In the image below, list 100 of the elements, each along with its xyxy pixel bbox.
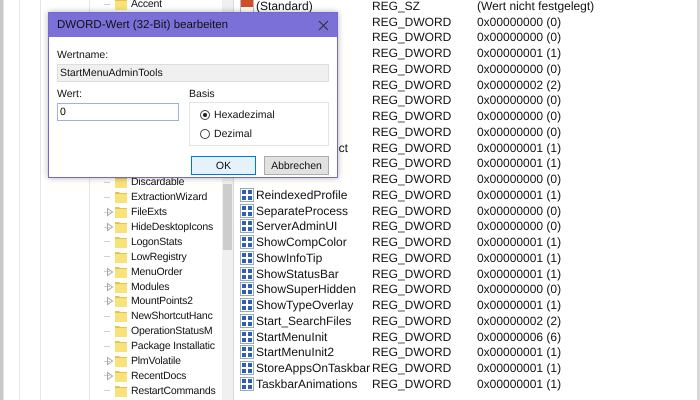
tree-item[interactable]: MountPoints2 — [130, 295, 193, 308]
value-data: 0x00000000 (0) — [477, 219, 562, 234]
value-type: REG_DWORD — [372, 30, 452, 44]
value-data: 0x00000000 (0) — [477, 172, 562, 186]
value-type: REG_DWORD — [372, 282, 452, 296]
value-type: REG_SZ — [372, 0, 422, 13]
tree-item[interactable]: RestartCommands — [130, 384, 216, 397]
folder-icon — [114, 339, 128, 354]
binary-value-icon — [240, 345, 254, 360]
folder-icon — [114, 324, 128, 338]
folder-icon — [114, 205, 128, 220]
value-type: REG_DWORD — [372, 219, 452, 234]
value-type: REG_DWORD — [372, 330, 452, 344]
ok-button[interactable]: OK — [191, 156, 256, 175]
tree-item[interactable]: RecentDocs — [130, 370, 186, 382]
value-type: REG_DWORD — [372, 298, 452, 312]
value-name[interactable]: StartMenuInit — [256, 330, 328, 344]
folder-icon — [114, 280, 128, 294]
tree-item[interactable]: LogonStats — [130, 236, 182, 248]
tree-item[interactable]: Modules — [130, 280, 170, 293]
folder-icon — [114, 175, 128, 190]
field-label: Wert: — [57, 88, 83, 100]
value-data: 0x00000001 (1) — [477, 266, 562, 281]
value-name[interactable]: ShowTypeOverlay — [256, 298, 354, 312]
group-label: Basis — [189, 88, 216, 100]
value-type: REG_DWORD — [372, 266, 452, 281]
radio-button[interactable] — [200, 110, 210, 120]
tree-item[interactable]: ExtractionWizard — [130, 191, 208, 204]
value-type: REG_DWORD — [372, 250, 452, 265]
value-name[interactable]: ServerAdminUI — [256, 219, 338, 234]
binary-value-icon — [240, 250, 254, 265]
folder-icon — [114, 220, 128, 234]
value-data: 0x00000001 (1) — [477, 298, 562, 312]
binary-value-icon — [240, 376, 254, 391]
value-type: REG_DWORD — [372, 140, 452, 155]
value-data: (Wert nicht festgelegt) — [477, 0, 594, 13]
tree-item[interactable]: FileExts — [130, 206, 167, 218]
tree-item[interactable]: Package Installatic — [130, 340, 215, 352]
value-name[interactable]: TaskbarAnimations — [256, 376, 358, 391]
radio-button[interactable] — [200, 128, 210, 138]
value-type: REG_DWORD — [372, 314, 452, 328]
value-name[interactable]: ShowSuperHidden — [256, 282, 356, 296]
value-data: 0x00000001 (1) — [477, 361, 562, 376]
value-data: 0x00000006 (6) — [477, 330, 562, 344]
value-data: 0x00000001 (1) — [477, 46, 562, 60]
value-name[interactable]: ShowInfoTip — [256, 250, 322, 265]
value-name[interactable]: SeparateProcess — [256, 204, 348, 218]
value-data: 0x00000000 (0) — [477, 109, 562, 124]
value-data: 0x00000001 (1) — [477, 250, 562, 265]
value-data: 0x00000000 (0) — [477, 204, 562, 218]
value-type: REG_DWORD — [372, 172, 452, 186]
value-name[interactable]: Start_SearchFiles — [256, 314, 352, 328]
value-type: REG_DWORD — [372, 62, 452, 76]
value-name[interactable]: ct — [338, 140, 348, 155]
value-data: 0x00000000 (0) — [477, 62, 562, 76]
tree-item[interactable]: Discardable — [130, 176, 184, 188]
value-name[interactable]: StartMenuInit2 — [256, 345, 334, 360]
tree-item[interactable]: Accent — [130, 0, 162, 10]
value-type: REG_DWORD — [372, 204, 452, 218]
value-data: 0x00000000 (0) — [477, 14, 562, 29]
binary-value-icon — [240, 330, 254, 344]
value-type: REG_DWORD — [372, 78, 452, 92]
binary-value-icon — [240, 361, 254, 376]
radio-label[interactable]: Hexadezimal — [214, 108, 275, 120]
folder-icon — [114, 368, 128, 383]
value-data: 0x00000001 (1) — [477, 376, 562, 391]
value-name[interactable]: (Standard) — [256, 0, 313, 13]
value-name[interactable]: StoreAppsOnTaskbar — [256, 361, 370, 376]
name-field[interactable]: StartMenuAdminTools — [57, 64, 329, 82]
value-data: 0x00000000 (0) — [477, 282, 562, 296]
folder-icon — [114, 190, 128, 204]
value-field[interactable]: 0 — [57, 103, 179, 121]
cancel-button[interactable]: Abbrechen — [264, 156, 329, 175]
folder-icon — [114, 264, 128, 279]
folder-icon — [114, 234, 128, 249]
tree-item[interactable]: OperationStatusM — [130, 325, 212, 338]
radio-label[interactable]: Dezimal — [214, 128, 252, 140]
tree-item[interactable]: LowRegistry — [130, 250, 187, 263]
binary-value-icon — [240, 298, 254, 312]
value-type: REG_DWORD — [372, 109, 452, 124]
value-name[interactable]: ShowStatusBar — [256, 266, 339, 281]
scrollbar-thumb[interactable] — [223, 184, 232, 250]
value-type: REG_DWORD — [372, 345, 452, 360]
binary-value-icon — [240, 282, 254, 296]
value-name[interactable]: ShowCompColor — [256, 235, 347, 250]
value-data: 0x00000002 (2) — [477, 314, 562, 328]
value-data: 0x00000001 (1) — [477, 235, 562, 250]
binary-value-icon — [240, 266, 254, 281]
tree-item[interactable]: HideDesktopIcons — [130, 221, 214, 233]
value-data: 0x00000001 (1) — [477, 140, 562, 155]
folder-icon — [114, 354, 128, 368]
value-data: 0x00000001 (1) — [477, 345, 562, 360]
binary-value-icon — [240, 188, 254, 202]
value-data: 0x00000000 (0) — [477, 124, 562, 139]
tree-item[interactable]: MenuOrder — [130, 266, 182, 278]
tree-item[interactable]: PlmVolatile — [130, 355, 181, 368]
tree-item[interactable]: NewShortcutHanc — [130, 310, 213, 322]
value-type: REG_DWORD — [372, 361, 452, 376]
value-data: 0x00000002 (2) — [477, 78, 562, 92]
value-name[interactable]: ReindexedProfile — [256, 188, 348, 202]
